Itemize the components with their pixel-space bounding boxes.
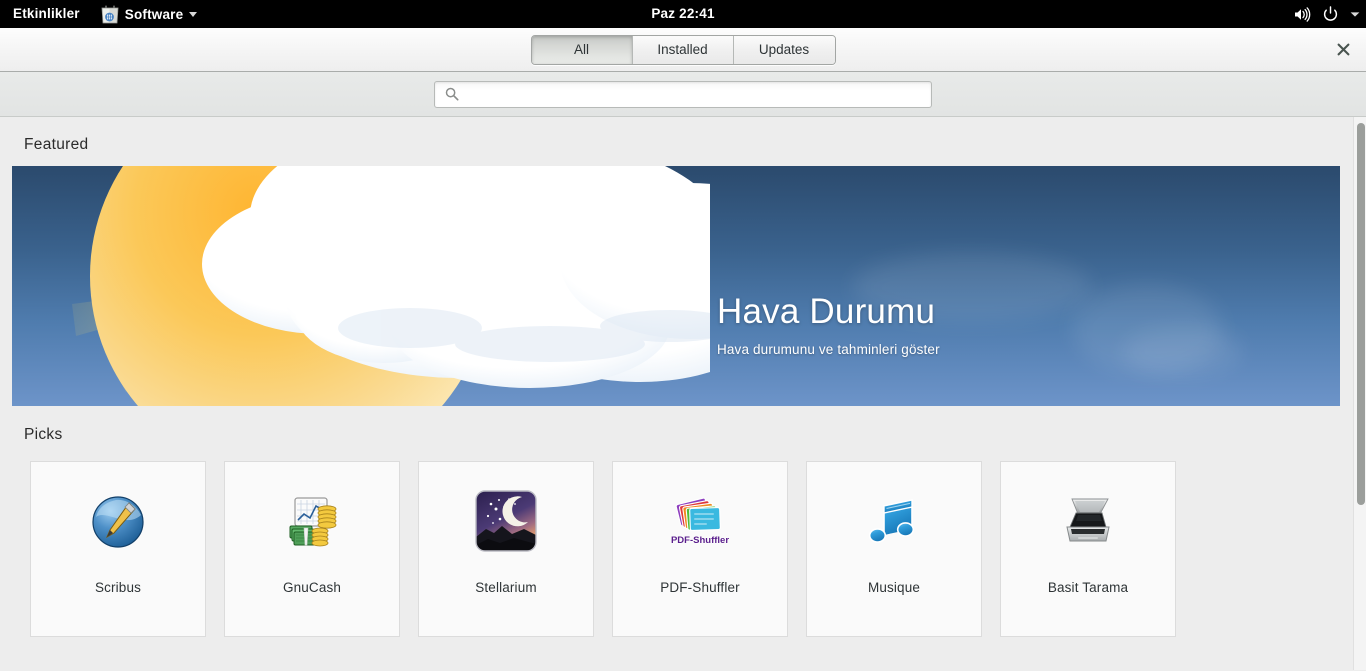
tab-installed-label: Installed — [657, 42, 708, 57]
tab-updates[interactable]: Updates — [733, 35, 835, 64]
search-bar — [0, 72, 1366, 117]
content-scroll-area: Featured Hava Durumu Hava durumunu ve ta… — [0, 117, 1366, 670]
app-card-label: GnuCash — [282, 580, 342, 595]
search-icon — [444, 87, 459, 102]
app-icon-container: PDF-Shuffler — [613, 462, 787, 580]
app-card-musique[interactable]: Musique — [806, 461, 982, 637]
activities-label: Etkinlikler — [13, 6, 80, 21]
pdf-shuffler-icon-text: PDF-Shuffler — [671, 535, 729, 546]
app-icon-container — [31, 462, 205, 580]
vertical-scrollbar-track[interactable] — [1353, 117, 1366, 670]
gnucash-icon — [289, 497, 337, 547]
volume-high-icon[interactable] — [1294, 6, 1311, 22]
banner-subtitle: Hava durumunu ve tahminleri göster — [717, 341, 940, 357]
featured-heading: Featured — [24, 136, 89, 153]
close-icon — [1337, 43, 1350, 56]
banner-text-block: Hava Durumu Hava durumunu ve tahminleri … — [717, 292, 940, 357]
sun-behind-cloud-illustration — [72, 166, 710, 406]
musique-icon — [868, 499, 915, 543]
tab-all-label: All — [573, 42, 589, 57]
app-menu-button[interactable]: Software — [94, 0, 206, 28]
software-bag-icon — [100, 3, 120, 25]
system-menu-chevron-icon[interactable] — [1350, 11, 1360, 18]
app-card-gnucash[interactable]: GnuCash — [224, 461, 400, 637]
featured-banner[interactable]: Hava Durumu Hava durumunu ve tahminleri … — [12, 166, 1340, 406]
chevron-down-icon — [189, 11, 198, 17]
status-tray[interactable] — [1294, 0, 1360, 28]
scribus-icon — [92, 496, 144, 548]
picks-grid: Scribus GnuCash Stellarium PDF-Shuffler … — [0, 444, 1366, 637]
header-bar: All Installed Updates — [0, 28, 1366, 72]
view-tab-group[interactable]: All Installed Updates — [530, 34, 836, 65]
app-card-label: Stellarium — [475, 580, 537, 595]
app-card-label: Scribus — [94, 580, 142, 595]
tab-installed[interactable]: Installed — [632, 35, 734, 64]
app-card-stellarium[interactable]: Stellarium — [418, 461, 594, 637]
power-icon[interactable] — [1323, 6, 1338, 22]
search-box[interactable] — [434, 80, 932, 108]
background-cloud-wisp — [1122, 326, 1242, 376]
gnome-top-bar: Etkinlikler Software Paz 22:41 — [0, 0, 1366, 28]
tab-all[interactable]: All — [531, 35, 633, 64]
banner-title: Hava Durumu — [717, 292, 936, 331]
tab-updates-label: Updates — [758, 42, 810, 57]
pdf-shuffler-icon: PDF-Shuffler — [671, 497, 730, 546]
app-card-simple-scan[interactable]: Basit Tarama — [1000, 461, 1176, 637]
app-card-label: Musique — [867, 580, 921, 595]
app-icon-container — [419, 462, 593, 580]
app-menu-label: Software — [124, 6, 184, 22]
app-icon-container — [807, 462, 981, 580]
app-card-scribus[interactable]: Scribus — [30, 461, 206, 637]
app-card-label: Basit Tarama — [1047, 580, 1129, 595]
app-icon-container — [225, 462, 399, 580]
app-card-pdf-shuffler[interactable]: PDF-Shuffler PDF-Shuffler — [612, 461, 788, 637]
activities-button[interactable]: Etkinlikler — [0, 0, 94, 28]
close-window-button[interactable] — [1320, 28, 1366, 71]
app-icon-container — [1001, 462, 1175, 580]
software-window: All Installed Updates Featured Hava Duru… — [0, 28, 1366, 671]
search-input[interactable] — [459, 81, 931, 107]
vertical-scrollbar-thumb[interactable] — [1357, 123, 1365, 505]
stellarium-icon — [475, 490, 537, 552]
picks-heading: Picks — [24, 426, 63, 443]
simple-scan-icon — [1066, 498, 1110, 542]
app-card-label: PDF-Shuffler — [660, 580, 740, 595]
